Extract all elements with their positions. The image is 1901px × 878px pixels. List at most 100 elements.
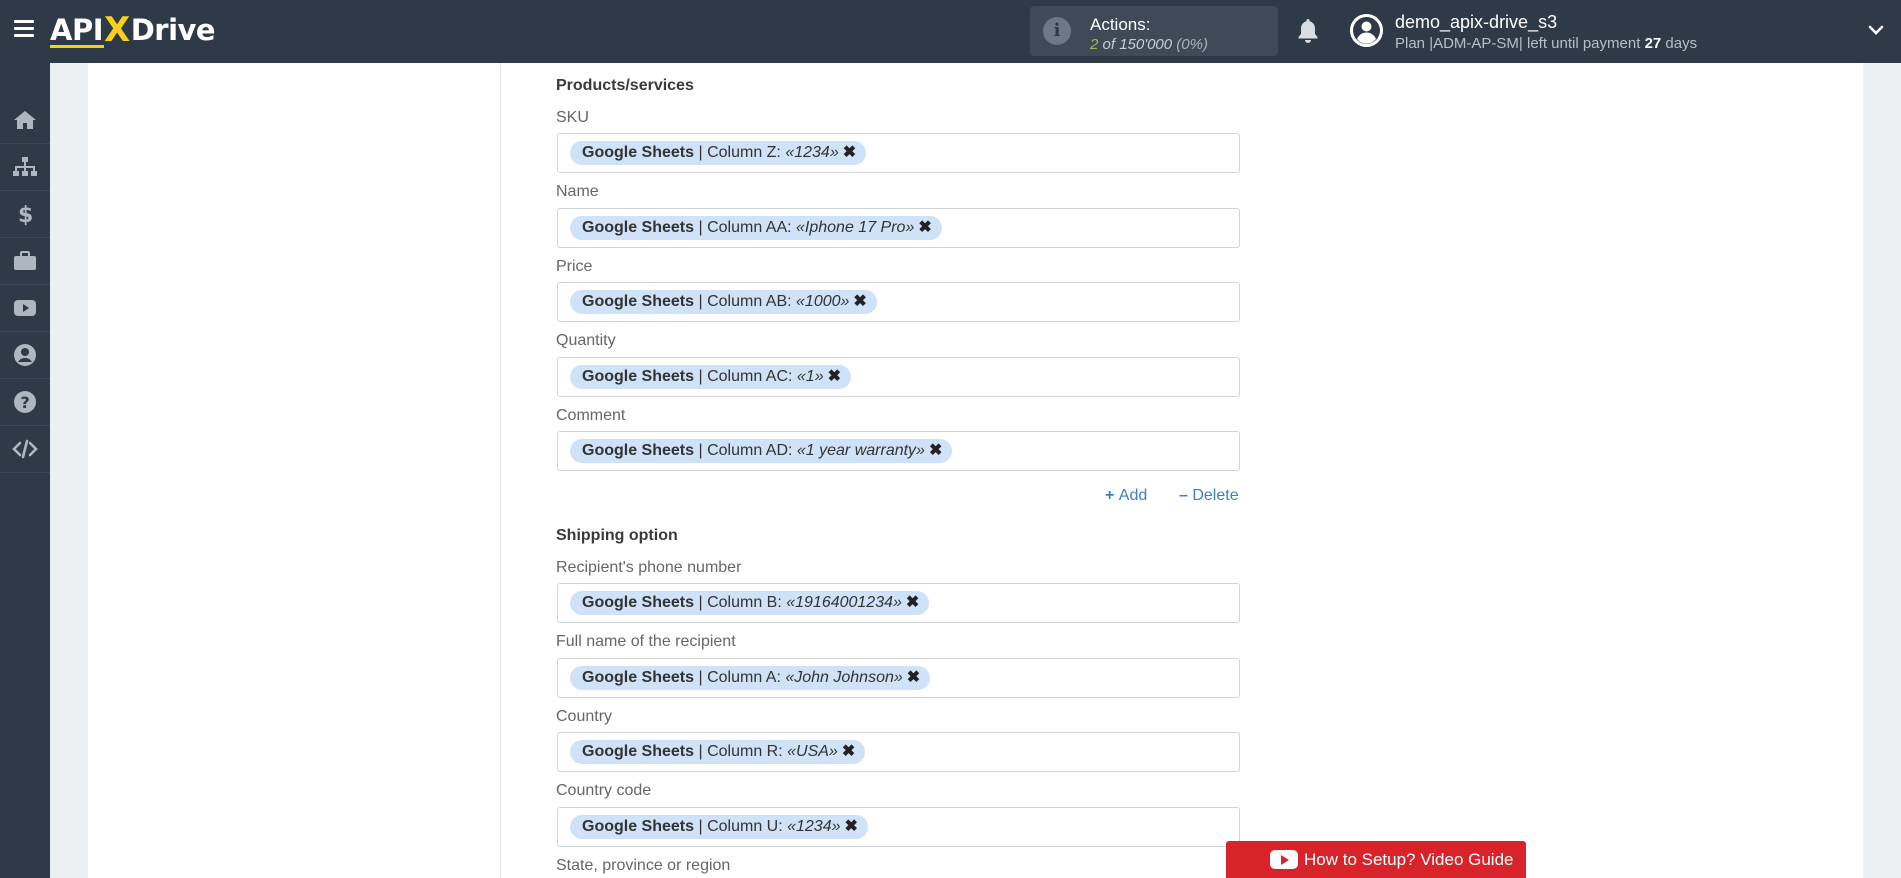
logo-underline: [50, 45, 104, 48]
plus-icon: +: [1105, 487, 1119, 504]
actions-count: 2 of 150'000 (0%): [1090, 36, 1208, 53]
sidebar-item-briefcase[interactable]: [0, 238, 50, 285]
bell-icon[interactable]: [1296, 18, 1320, 44]
mapping-chip: Google Sheets | Column Z: «1234» ✖: [570, 141, 867, 165]
video-guide-label: How to Setup? Video Guide: [1304, 849, 1514, 869]
recipient-name-field[interactable]: Google Sheets | Column A: «John Johnson»…: [557, 658, 1240, 698]
mapping-chip: Google Sheets | Column AC: «1» ✖: [570, 365, 851, 389]
remove-chip-icon[interactable]: ✖: [845, 818, 858, 835]
delete-button[interactable]: – Delete: [1179, 487, 1239, 505]
field-label: Recipient's phone number: [556, 559, 742, 576]
avatar[interactable]: [1350, 14, 1383, 47]
username[interactable]: demo_apix-drive_s3: [1395, 12, 1557, 33]
remove-chip-icon[interactable]: ✖: [906, 594, 919, 611]
sidebar-item-video[interactable]: [0, 285, 50, 332]
remove-chip-icon[interactable]: ✖: [853, 293, 866, 310]
country-code-field[interactable]: Google Sheets | Column U: «1234» ✖: [557, 807, 1240, 847]
user-circle-icon: [14, 344, 36, 366]
recipient-phone-field[interactable]: Google Sheets | Column B: «19164001234» ✖: [557, 583, 1240, 623]
sidebar-item-account[interactable]: [0, 332, 50, 379]
add-label: Add: [1118, 487, 1148, 504]
field-mapping-form: Products/services SKU Google Sheets | Co…: [525, 63, 1245, 878]
sidebar-item-api[interactable]: [0, 426, 50, 473]
field-label: Country: [556, 708, 613, 725]
remove-chip-icon[interactable]: ✖: [828, 368, 841, 385]
chip-column: | Column R:: [694, 743, 788, 760]
mapping-chip: Google Sheets | Column U: «1234» ✖: [570, 815, 868, 839]
field-label: Country code: [556, 782, 652, 799]
actions-counter: i Actions: 2 of 150'000 (0%): [1030, 6, 1278, 56]
remove-chip-icon[interactable]: ✖: [907, 669, 920, 686]
delete-label: Delete: [1192, 487, 1239, 504]
youtube-icon: [14, 300, 36, 316]
field-label: Name: [556, 183, 599, 200]
chip-source: Google Sheets: [582, 293, 695, 310]
remove-chip-icon[interactable]: ✖: [843, 144, 856, 161]
plan-suffix: days: [1665, 35, 1698, 52]
logo[interactable]: API X Drive: [50, 10, 216, 50]
remove-chip-icon[interactable]: ✖: [929, 442, 942, 459]
actions-of: of: [1102, 36, 1116, 53]
video-guide-button[interactable]: How to Setup? Video Guide: [1226, 841, 1526, 878]
remove-chip-icon[interactable]: ✖: [918, 219, 931, 236]
comment-field[interactable]: Google Sheets | Column AD: «1 year warra…: [557, 431, 1240, 471]
svg-text:?: ?: [21, 393, 30, 412]
home-icon: [14, 111, 36, 129]
sidebar-item-connections[interactable]: [0, 144, 50, 191]
logo-text-x: X: [104, 10, 130, 50]
chip-column: | Column AD:: [694, 442, 797, 459]
mapping-chip: Google Sheets | Column AA: «Iphone 17 Pr…: [570, 216, 942, 240]
chip-column: | Column AB:: [694, 293, 797, 310]
chip-column: | Column B:: [694, 594, 787, 611]
sidebar: $ ?: [0, 63, 50, 878]
chip-source: Google Sheets: [582, 368, 695, 385]
sitemap-icon: [13, 157, 37, 176]
plan-prefix: Plan |ADM-AP-SM| left until payment: [1395, 35, 1641, 52]
actions-total: 150'000: [1119, 36, 1173, 53]
quantity-field[interactable]: Google Sheets | Column AC: «1» ✖: [557, 357, 1240, 397]
plan-info: Plan |ADM-AP-SM| left until payment 27 d…: [1395, 35, 1697, 52]
logo-text-api: API: [50, 13, 104, 47]
chip-column: | Column AA:: [694, 219, 797, 236]
sidebar-item-help[interactable]: ?: [0, 379, 50, 426]
info-icon: i: [1043, 17, 1071, 45]
name-field[interactable]: Google Sheets | Column AA: «Iphone 17 Pr…: [557, 208, 1240, 248]
sku-field[interactable]: Google Sheets | Column Z: «1234» ✖: [557, 133, 1240, 173]
mapping-chip: Google Sheets | Column AD: «1 year warra…: [570, 439, 953, 463]
actions-used: 2: [1090, 36, 1099, 53]
price-field[interactable]: Google Sheets | Column AB: «1000» ✖: [557, 282, 1240, 322]
logo-text-drive: Drive: [130, 13, 216, 47]
chevron-down-icon[interactable]: [1868, 22, 1884, 38]
mapping-chip: Google Sheets | Column A: «John Johnson»…: [570, 666, 931, 690]
svg-text:$: $: [18, 203, 33, 226]
field-label: Comment: [556, 407, 626, 424]
mapping-chip: Google Sheets | Column R: «USA» ✖: [570, 740, 866, 764]
actions-percent: (0%): [1176, 36, 1208, 53]
sidebar-item-billing[interactable]: $: [0, 191, 50, 238]
chip-source: Google Sheets: [582, 594, 695, 611]
actions-label: Actions:: [1090, 15, 1151, 34]
remove-chip-icon[interactable]: ✖: [842, 743, 855, 760]
mapping-chip: Google Sheets | Column B: «19164001234» ✖: [570, 591, 930, 615]
chip-value: «USA»: [787, 743, 838, 760]
chip-value: «1234»: [785, 144, 839, 161]
chip-source: Google Sheets: [582, 818, 695, 835]
section-title-shipping: Shipping option: [556, 527, 678, 544]
chip-column: | Column A:: [694, 669, 786, 686]
section-title-products: Products/services: [556, 77, 694, 94]
chip-source: Google Sheets: [582, 219, 695, 236]
menu-icon[interactable]: [14, 20, 34, 38]
chip-value: «1 year warranty»: [796, 442, 925, 459]
field-label: State, province or region: [556, 857, 731, 874]
chip-source: Google Sheets: [582, 144, 695, 161]
country-field[interactable]: Google Sheets | Column R: «USA» ✖: [557, 732, 1240, 772]
code-icon: [12, 439, 38, 459]
sidebar-item-home[interactable]: [0, 97, 50, 144]
chip-value: «1»: [796, 368, 824, 385]
chip-source: Google Sheets: [582, 743, 695, 760]
top-bar: API X Drive i Actions: 2 of 150'000 (0%) d…: [0, 0, 1901, 63]
field-label: Price: [556, 258, 593, 275]
chip-column: | Column Z:: [694, 144, 786, 161]
chip-value: «1000»: [796, 293, 850, 310]
add-button[interactable]: + Add: [1105, 487, 1147, 505]
